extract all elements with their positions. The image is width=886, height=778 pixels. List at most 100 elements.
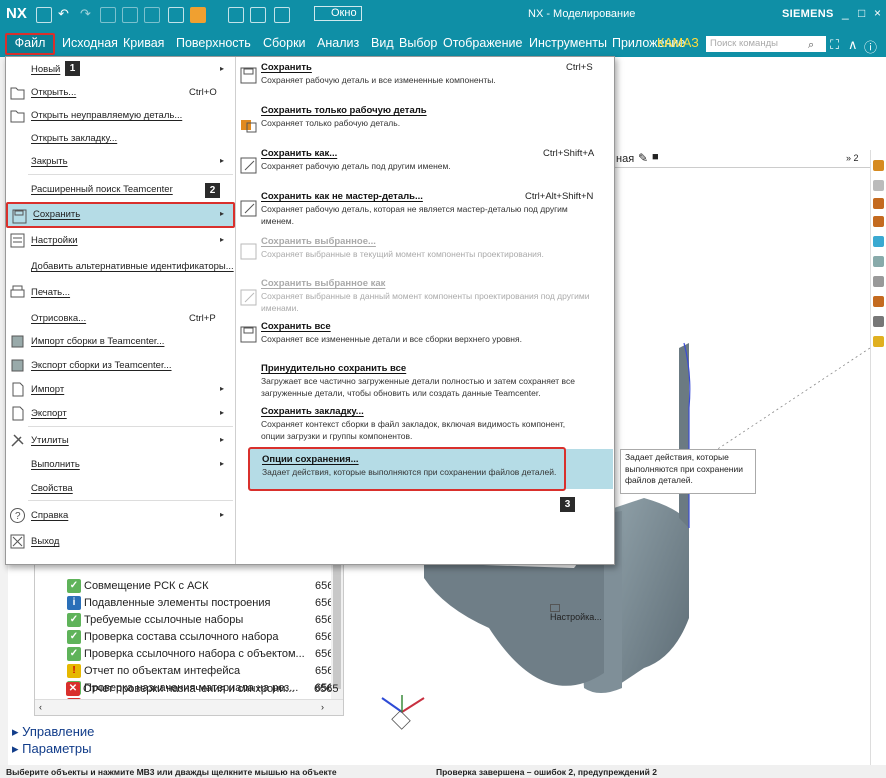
assembly-navigator-icon[interactable]	[873, 160, 884, 171]
menu-item-print[interactable]: Печать...	[6, 280, 235, 306]
submenu-item-save-as-non-master[interactable]: Сохранить как не мастер-деталь... Ctrl+A…	[236, 191, 615, 239]
link-icon[interactable]	[250, 7, 266, 23]
menu-item-label: Закрыть	[31, 156, 68, 167]
undo-icon[interactable]: ↶	[58, 6, 74, 22]
scroll-right-icon[interactable]: ›	[321, 702, 324, 712]
collapse-ribbon-icon[interactable]: ∧	[848, 37, 858, 53]
save-as-non-master-icon	[240, 200, 257, 217]
menu-item-teamcenter-search[interactable]: Расширенный поиск Teamcenter	[6, 177, 235, 203]
close-button[interactable]: ×	[874, 6, 881, 20]
export-icon	[12, 406, 24, 421]
menu-surface[interactable]: Поверхность	[176, 36, 251, 50]
list-item[interactable]: ✓ Совмещение РСК с АСК 6565	[35, 577, 339, 595]
graphics-tab[interactable]: ная ✎ ■ » 2	[614, 150, 870, 168]
roles-icon[interactable]	[873, 316, 884, 327]
chevron-right-icon: ▸	[220, 235, 225, 244]
menu-item-utilities[interactable]: Утилиты ▸	[6, 428, 235, 454]
hd3d-icon[interactable]	[873, 236, 884, 247]
list-item[interactable]: ! Отчет по объектам интефейса 6565	[35, 662, 339, 680]
component-icon[interactable]	[190, 7, 206, 23]
menu-item-label: Выполнить	[31, 459, 80, 470]
web-browser-icon[interactable]	[873, 256, 884, 267]
submenu-item-save-bookmark[interactable]: Сохранить закладку... Сохраняет контекст…	[236, 406, 615, 446]
vertical-scrollbar[interactable]	[331, 559, 343, 699]
menu-item-export[interactable]: Экспорт ▸	[6, 401, 235, 427]
submenu-item-title: Сохранить только рабочую деталь	[261, 105, 427, 116]
customize-icon	[550, 603, 560, 612]
search-icon[interactable]: ⌕	[808, 39, 814, 52]
menu-kamaz[interactable]: КАМАЗ	[657, 36, 699, 50]
horizontal-scrollbar[interactable]: ‹ ›	[35, 699, 343, 715]
constraint-navigator-icon[interactable]	[873, 180, 884, 191]
menu-item-label: Справка	[31, 510, 69, 521]
check-mate-icon[interactable]	[873, 336, 884, 347]
window-menu[interactable]: Окно	[314, 6, 362, 21]
menu-item-close[interactable]: Закрыть ▸	[6, 149, 235, 175]
more-tabs[interactable]: » 2	[846, 153, 859, 163]
chevron-right-icon: ▸	[220, 209, 225, 218]
submenu-item-desc: Сохраняет рабочую деталь, которая не явл…	[261, 204, 568, 226]
ribbon-toggle-icon[interactable]: ⛶	[830, 37, 839, 53]
menu-selection[interactable]: Выбор	[399, 36, 437, 50]
submenu-item-force-save-all[interactable]: Принудительно сохранить все Загружает вс…	[236, 363, 615, 407]
menu-view[interactable]: Вид	[371, 36, 394, 50]
process-studio-icon[interactable]	[873, 296, 884, 307]
menu-analysis[interactable]: Анализ	[317, 36, 359, 50]
history-icon[interactable]	[873, 276, 884, 287]
submenu-item-save-as[interactable]: Сохранить как... Ctrl+Shift+A Сохраняет …	[236, 148, 615, 184]
layout-icon[interactable]	[274, 7, 290, 23]
menu-item-exit[interactable]: Выход	[6, 529, 235, 555]
menu-separator	[28, 174, 233, 175]
submenu-item-save-selected[interactable]: Сохранить выбранное... Сохраняет выбранн…	[236, 236, 615, 272]
menu-item-preferences[interactable]: Настройки ▸	[6, 228, 235, 254]
redo-icon[interactable]: ↷	[80, 6, 96, 22]
list-item[interactable]: ✓ Требуемые ссылочные наборы 6565	[35, 611, 339, 629]
scroll-left-icon[interactable]: ‹	[39, 702, 42, 712]
customize-link[interactable]: Настройка...	[550, 602, 614, 622]
menu-item-export-assembly[interactable]: Экспорт сборки из Teamcenter...	[6, 353, 235, 379]
copy-icon[interactable]	[122, 7, 138, 23]
list-item[interactable]: ✓ Проверка ссылочного набора с объектом.…	[35, 645, 339, 663]
menu-item-alt-ids[interactable]: Добавить альтернативные идентификаторы..…	[6, 254, 235, 280]
menu-file[interactable]: Файл	[5, 33, 55, 55]
section-management[interactable]: ▸ Управление	[12, 724, 94, 740]
help-icon[interactable]: ⓘ	[864, 37, 877, 56]
submenu-item-save-all[interactable]: Сохранить все Сохраняет все измененные д…	[236, 321, 615, 357]
list-item[interactable]: ✕ Отчет проверки назначения и синхрони..…	[34, 680, 344, 697]
scroll-thumb[interactable]	[333, 563, 341, 689]
save-icon[interactable]	[36, 7, 52, 23]
cut-icon[interactable]	[100, 7, 116, 23]
submenu-item-save[interactable]: Сохранить Ctrl+S Сохраняет рабочую детал…	[236, 62, 615, 98]
pointer-icon[interactable]	[228, 7, 244, 23]
menu-item-execute[interactable]: Выполнить ▸	[6, 452, 235, 478]
paste-icon[interactable]	[144, 7, 160, 23]
submenu-item-save-options[interactable]: Опции сохранения... Задает действия, кот…	[248, 447, 566, 491]
submenu-item-save-work-part[interactable]: Сохранить только рабочую деталь Сохраняе…	[236, 105, 615, 141]
maximize-button[interactable]: □	[858, 6, 865, 20]
submenu-item-title: Сохранить закладку...	[261, 406, 364, 417]
menu-home[interactable]: Исходная	[62, 36, 118, 50]
menu-item-save[interactable]: Сохранить ▸	[6, 202, 235, 228]
check-ok-icon: ✓	[67, 613, 81, 627]
minimize-button[interactable]: _	[842, 6, 849, 20]
tab-label: ная	[616, 153, 635, 165]
assembly-icon[interactable]	[168, 7, 184, 23]
section-params[interactable]: ▸ Параметры	[12, 741, 91, 757]
save-work-part-icon	[241, 120, 257, 133]
menu-item-import-assembly[interactable]: Импорт сборки в Teamcenter...	[6, 329, 235, 355]
submenu-item-save-selected-as[interactable]: Сохранить выбранное как Сохраняет выбран…	[236, 278, 615, 326]
list-item[interactable]: i Подавленные элементы построения 6565	[35, 594, 339, 612]
menu-item-properties[interactable]: Свойства	[6, 476, 235, 502]
reuse-library-icon[interactable]	[873, 216, 884, 227]
menu-display[interactable]: Отображение	[443, 36, 522, 50]
menu-curve[interactable]: Кривая	[123, 36, 164, 50]
part-navigator-icon[interactable]	[873, 198, 884, 209]
list-item-label: Требуемые ссылочные наборы	[84, 614, 244, 626]
menu-item-help[interactable]: ? Справка ▸	[6, 503, 235, 529]
list-item[interactable]: ✓ Проверка состава ссылочного набора 656…	[35, 628, 339, 646]
menu-tools[interactable]: Инструменты	[529, 36, 607, 50]
menu-assemblies[interactable]: Сборки	[263, 36, 306, 50]
list-item-label: Отчет по объектам интефейса	[84, 665, 241, 677]
app-title: NX - Моделирование	[528, 8, 636, 20]
menu-item-import[interactable]: Импорт ▸	[6, 377, 235, 403]
